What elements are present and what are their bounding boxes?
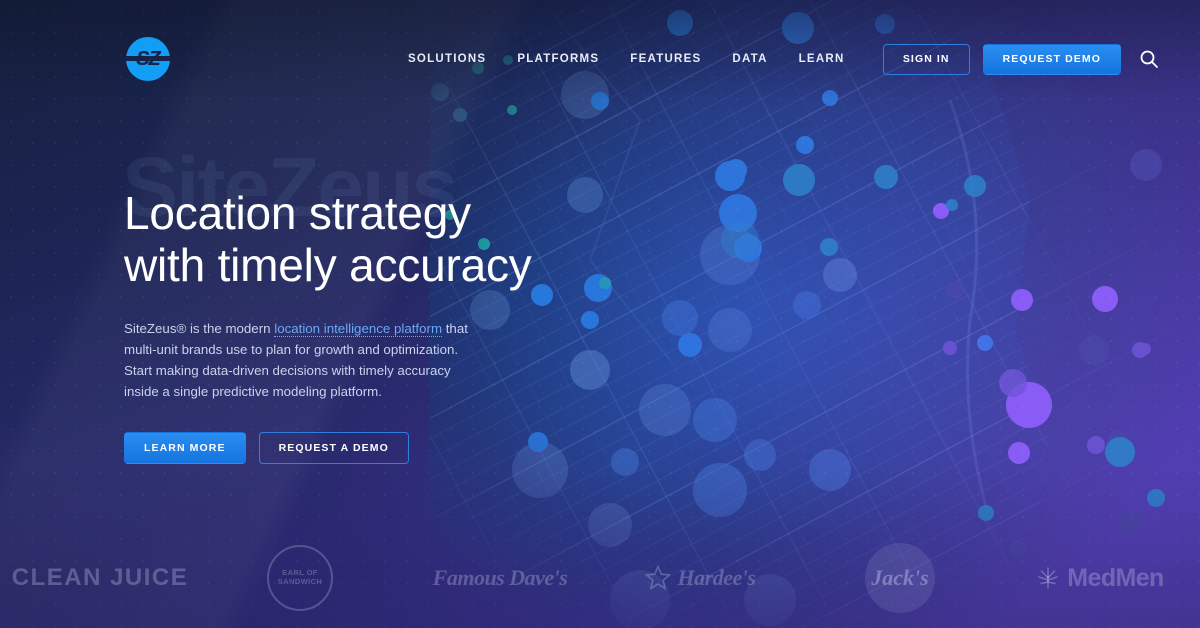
medmen-logo-text: MedMen	[1067, 563, 1164, 592]
brand-logo-medmen[interactable]: MedMen	[1000, 564, 1200, 593]
cannabis-leaf-icon	[1038, 567, 1059, 589]
nav-item-platforms[interactable]: PLATFORMS	[517, 53, 599, 65]
clean-juice-logo-text: CLEAN JUICE	[11, 564, 189, 591]
brand-logo-hardees[interactable]: Hardee's	[600, 565, 800, 591]
page-title: Location strategy with timely accuracy	[124, 187, 594, 292]
hero-page: SZ SOLUTIONS PLATFORMS FEATURES DATA LEA…	[0, 0, 1200, 628]
client-logo-bar: CLEAN JUICE EARL OF SANDWICH Famous Dave…	[0, 528, 1200, 628]
hardees-logo-text: Hardee's	[677, 565, 756, 590]
sitezeus-logo[interactable]: SZ	[126, 37, 170, 81]
lede-text-before: SiteZeus® is the modern	[124, 320, 275, 336]
hero-description: SiteZeus® is the modern location intelli…	[124, 318, 474, 402]
earl-of-sandwich-logo-text: EARL OF SANDWICH	[267, 545, 333, 611]
request-demo-button[interactable]: REQUEST DEMO	[982, 43, 1121, 75]
learn-more-button[interactable]: LEARN MORE	[124, 431, 246, 464]
site-header: SZ SOLUTIONS PLATFORMS FEATURES DATA LEA…	[0, 0, 1200, 118]
brand-logo-clean-juice[interactable]: CLEAN JUICE	[0, 564, 200, 592]
brand-logo-jacks[interactable]: Jack's	[800, 543, 1000, 613]
headline-line-1: Location strategy	[124, 187, 471, 239]
nav-item-data[interactable]: DATA	[732, 53, 767, 65]
brand-logo-earl-of-sandwich[interactable]: EARL OF SANDWICH	[200, 545, 400, 611]
brand-logo-famous-daves[interactable]: Famous Dave's	[400, 565, 600, 591]
nav-item-solutions[interactable]: SOLUTIONS	[408, 53, 486, 65]
hero-section: SiteZeus Location strategy with timely a…	[122, 145, 594, 464]
request-a-demo-button[interactable]: REQUEST A DEMO	[258, 431, 409, 464]
medmen-logo-group: MedMen	[1036, 563, 1164, 593]
hardees-logo-group: Hardee's	[644, 565, 756, 591]
logo-band	[126, 56, 170, 61]
star-icon	[644, 565, 671, 591]
nav-item-features[interactable]: FEATURES	[630, 53, 701, 65]
search-icon[interactable]	[1138, 48, 1160, 70]
nav-item-learn[interactable]: LEARN	[799, 53, 845, 65]
sign-in-button[interactable]: SIGN IN	[882, 43, 970, 75]
main-navigation: SOLUTIONS PLATFORMS FEATURES DATA LEARN	[408, 53, 845, 65]
headline-line-2: with timely accuracy	[124, 239, 532, 292]
header-actions: SIGN IN REQUEST DEMO	[882, 43, 1160, 75]
hero-cta-group: LEARN MORE REQUEST A DEMO	[124, 431, 594, 464]
location-intelligence-platform-link[interactable]: location intelligence platform	[274, 320, 443, 337]
jacks-logo-text: Jack's	[865, 543, 935, 613]
famous-daves-logo-text: Famous Dave's	[432, 565, 568, 590]
